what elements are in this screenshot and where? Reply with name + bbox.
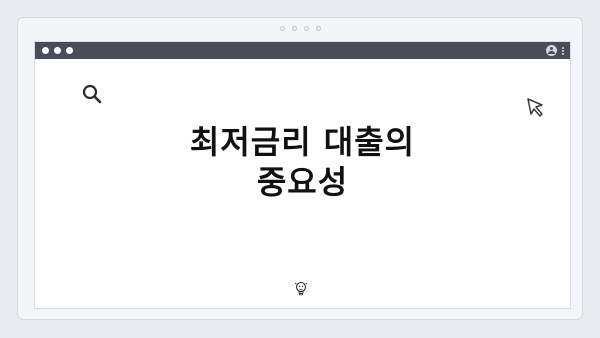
page-indicator-dot[interactable] [291, 26, 297, 31]
browser-window: 최저금리 대출의 중요성 [34, 41, 571, 309]
search-icon[interactable] [81, 83, 103, 105]
page-indicator-dot[interactable] [279, 26, 285, 31]
close-button[interactable] [42, 47, 49, 54]
maximize-button[interactable] [66, 47, 73, 54]
window-titlebar [35, 42, 570, 59]
page-indicator-dot[interactable] [315, 26, 321, 31]
kebab-menu-icon[interactable] [562, 46, 564, 55]
headline-line-2: 중요성 [256, 163, 349, 201]
page-headline: 최저금리 대출의 중요성 [35, 122, 570, 202]
page-indicator [18, 26, 582, 31]
lightbulb-icon [294, 281, 308, 296]
headline-line-1: 최저금리 대출의 [189, 123, 416, 161]
page-indicator-dot[interactable] [303, 26, 309, 31]
cursor-icon [527, 98, 543, 117]
window-controls [42, 47, 73, 54]
titlebar-actions [546, 45, 564, 56]
user-icon[interactable] [546, 45, 557, 56]
minimize-button[interactable] [54, 47, 61, 54]
